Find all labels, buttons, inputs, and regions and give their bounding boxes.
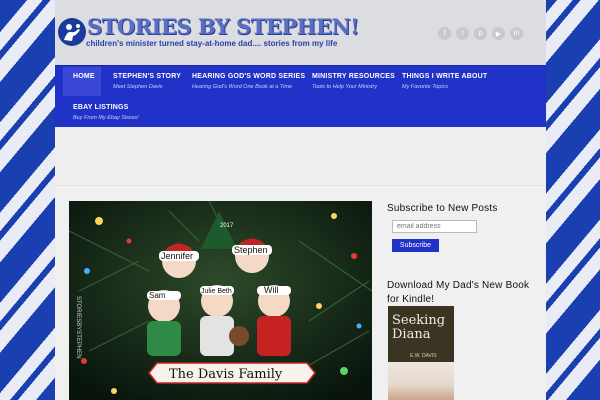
nav-item-label: HEARING GOD'S WORD SERIES [192,73,306,80]
content-spacer [55,127,546,186]
book-title-line2: Diana [392,327,431,342]
nav-item-sub: My Favorite Topics [402,84,448,90]
subscribe-widget-title: Subscribe to New Posts [387,203,498,214]
linkedin-icon[interactable]: in [510,27,523,40]
nav-item-stephens-story[interactable]: STEPHEN'S STORY Meet Stephen Davis [113,73,181,90]
facebook-icon[interactable]: f [438,27,451,40]
subscribe-button[interactable]: Subscribe [392,239,439,252]
book-title-line1: Seeking [392,313,446,328]
page-wrapper: STORIES BY STEPHEN! children's minister … [55,0,546,400]
featured-image[interactable]: 2017 Jennifer Stephen Sam Julie Beth Wil… [69,201,372,400]
nav-item-sub: Buy From My Ebay Stores! [73,115,139,121]
ornament-year: 2017 [220,223,234,229]
pinterest-icon[interactable]: p [474,27,487,40]
twitter-icon[interactable]: t [456,27,469,40]
nav-item-ebay-listings[interactable]: EBAY LISTINGS Buy From My Ebay Stores! [73,104,139,121]
photo-watermark: STORIESBYSTEPHEN [75,296,81,359]
book-cover-author: E.W. DAVIS [410,353,437,359]
site-header: STORIES BY STEPHEN! children's minister … [55,0,546,65]
book-widget-title: Download My Dad's New Book for Kindle! [387,280,530,305]
ornament-name-jennifer: Jennifer [161,251,193,261]
nav-item-sub: Meet Stephen Davis [113,84,163,90]
email-field[interactable] [392,220,477,233]
nav-item-label: HOME [73,73,95,80]
nav-item-label: STEPHEN'S STORY [113,73,182,80]
ornament-name-sam: Sam [149,291,166,300]
book-cover-title: Seeking Diana [392,314,445,342]
main-nav: HOME STEPHEN'S STORY Meet Stephen Davis … [55,65,546,128]
book-cover[interactable]: Seeking Diana E.W. DAVIS [388,306,454,400]
ornament-name-stephen: Stephen [234,245,268,255]
ornament-banner: The Davis Family [169,367,283,382]
youtube-icon[interactable]: ▶ [492,27,505,40]
nav-item-home[interactable]: HOME [63,67,101,96]
ornament-name-julie-beth: Julie Beth [201,288,232,295]
site-logo[interactable]: STORIES BY STEPHEN! [87,14,359,39]
nav-item-sub: Hearing God's Word One Book at a Time [192,84,293,90]
nav-item-sub: Tools to Help Your Ministry [312,84,378,90]
nav-item-label: EBAY LISTINGS [73,104,129,111]
nav-item-hearing-gods-word[interactable]: HEARING GOD'S WORD SERIES Hearing God's … [192,73,305,90]
nav-item-label: THINGS I WRITE ABOUT [402,73,488,80]
social-links: f t p ▶ in [438,27,523,40]
logo-badge-icon[interactable] [58,18,86,46]
nav-item-things-i-write-about[interactable]: THINGS I WRITE ABOUT My Favorite Topics [402,73,487,90]
nav-item-ministry-resources[interactable]: MINISTRY RESOURCES Tools to Help Your Mi… [312,73,395,90]
book-cover-image [388,362,454,400]
ornament-name-will: Will [264,285,279,295]
nav-item-label: MINISTRY RESOURCES [312,73,395,80]
site-tagline: children's minister turned stay-at-home … [86,39,338,48]
